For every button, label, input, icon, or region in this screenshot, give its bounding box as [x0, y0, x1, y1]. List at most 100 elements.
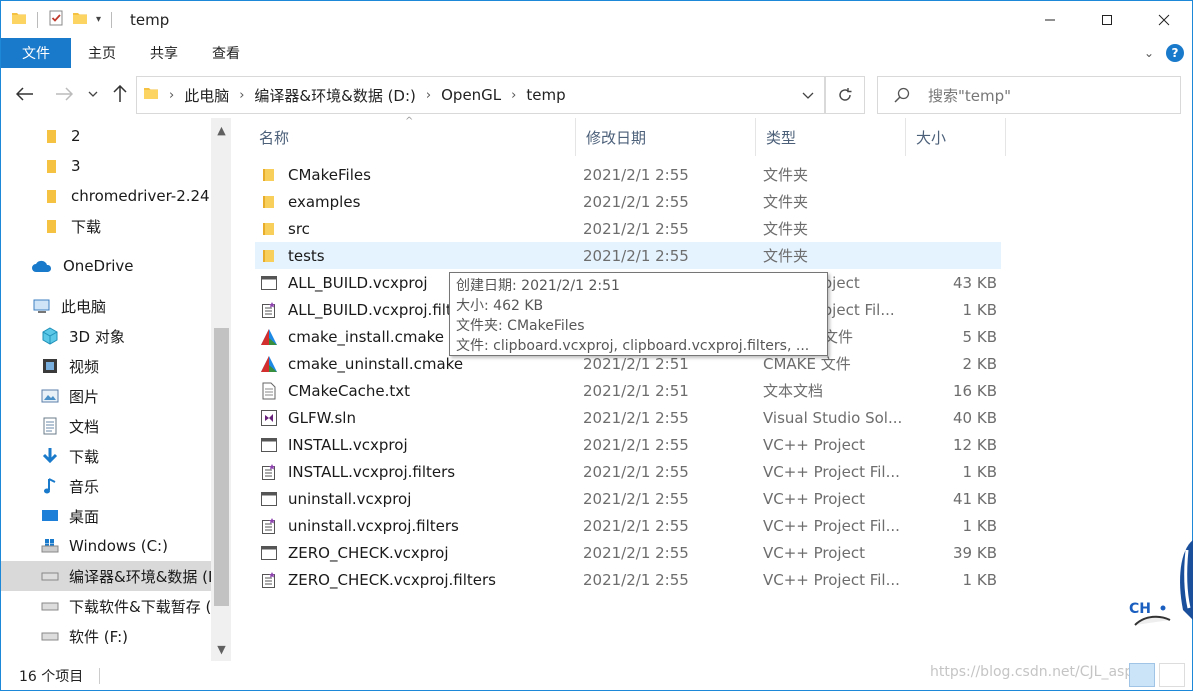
table-row[interactable]: INSTALL.vcxproj.filters 2021/2/1 2:55 VC++… — [255, 458, 1001, 485]
back-button[interactable] — [13, 82, 37, 106]
sidebar-item-downloads[interactable]: 下载 — [1, 441, 211, 471]
table-row[interactable]: examples 2021/2/1 2:55 文件夹 — [255, 188, 1001, 215]
table-row[interactable]: ZERO_CHECK.vcxproj.filters 2021/2/1 2:55 V… — [255, 566, 1001, 593]
table-row[interactable]: src 2021/2/1 2:55 文件夹 — [255, 215, 1001, 242]
breadcrumb-temp[interactable]: temp — [526, 86, 565, 104]
recent-locations-button[interactable] — [83, 82, 103, 106]
breadcrumb-this-pc[interactable]: 此电脑 — [184, 85, 229, 106]
large-icons-view-icon[interactable] — [1159, 663, 1185, 687]
chevron-right-icon[interactable]: › — [239, 88, 244, 103]
table-row[interactable]: uninstall.vcxproj 2021/2/1 2:55 VC++ Proje… — [255, 485, 1001, 512]
sidebar-item-windows-c[interactable]: Windows (C:) — [1, 531, 211, 561]
search-input[interactable]: 搜索"temp" — [877, 76, 1181, 114]
scroll-up-icon[interactable]: ▲ — [211, 120, 231, 140]
cloud-icon — [31, 257, 53, 275]
sidebar-item-drive-f[interactable]: 软件 (F:) — [1, 621, 211, 651]
sidebar-item-2[interactable]: 2 — [1, 121, 211, 151]
address-bar[interactable]: › 此电脑 › 编译器&环境&数据 (D:) › OpenGL › temp — [136, 76, 825, 114]
file-date: 2021/2/1 2:55 — [583, 543, 689, 562]
chevron-right-icon[interactable]: › — [169, 88, 174, 103]
folder-icon — [43, 127, 61, 145]
sidebar-item-label: 此电脑 — [61, 297, 107, 316]
column-header-size[interactable]: 大小 — [906, 118, 1006, 156]
view-toggle — [1129, 663, 1185, 687]
tooltip-line: 大小: 462 KB — [456, 298, 544, 314]
sidebar-item-this-pc[interactable]: 此电脑 — [1, 291, 211, 321]
sidebar-item-documents[interactable]: 文档 — [1, 411, 211, 441]
window-title: temp — [130, 10, 170, 29]
ribbon-tabs: 文件 主页 共享 查看 ⌄ ? — [0, 38, 1193, 68]
sidebar-item-pictures[interactable]: 图片 — [1, 381, 211, 411]
file-name: GLFW.sln — [288, 408, 356, 427]
navigation-bar: › 此电脑 › 编译器&环境&数据 (D:) › OpenGL › temp 搜… — [0, 68, 1193, 118]
table-row[interactable]: CMakeFiles 2021/2/1 2:55 文件夹 — [255, 161, 1001, 188]
refresh-icon — [839, 88, 852, 101]
new-folder-icon[interactable] — [72, 10, 88, 30]
help-icon[interactable]: ? — [1166, 44, 1184, 62]
sidebar-item-drive-e[interactable]: 下载软件&下载暂存 (E:) — [1, 591, 211, 621]
chevron-down-icon — [88, 91, 98, 97]
up-button[interactable] — [108, 82, 132, 106]
column-header-type[interactable]: 类型 — [756, 118, 906, 156]
refresh-button[interactable] — [825, 76, 865, 114]
sidebar-item-3d-objects[interactable]: 3D 对象 — [1, 321, 211, 351]
scrollbar-thumb[interactable] — [214, 328, 229, 606]
file-type: VC++ Project Fil... — [763, 516, 900, 535]
folder-icon — [260, 193, 278, 211]
file-size: 5 KB — [962, 327, 997, 346]
sidebar-item-onedrive[interactable]: OneDrive — [1, 251, 211, 281]
breadcrumb-opengl[interactable]: OpenGL — [441, 86, 501, 104]
address-history-dropdown[interactable] — [802, 87, 814, 103]
minimize-button[interactable] — [1021, 1, 1078, 39]
up-arrow-icon — [113, 85, 127, 102]
column-header-name[interactable]: 名称 ^ — [249, 116, 576, 156]
sidebar-item-chromedriver[interactable]: chromedriver-2.24.1 — [1, 181, 211, 211]
scroll-down-icon[interactable]: ▼ — [211, 639, 231, 659]
chevron-right-icon[interactable]: › — [426, 88, 431, 103]
expand-ribbon-icon[interactable]: ⌄ — [1144, 46, 1154, 60]
search-placeholder: 搜索"temp" — [928, 86, 1012, 105]
file-date: 2021/2/1 2:55 — [583, 246, 689, 265]
quick-access-dropdown-icon[interactable]: ▾ — [96, 14, 101, 25]
tab-share[interactable]: 共享 — [133, 38, 195, 68]
folder-icon — [143, 85, 159, 105]
file-name-cell: examples — [260, 188, 520, 215]
file-type: VC++ Project — [763, 543, 865, 562]
vcxproj-icon — [260, 490, 278, 508]
sidebar-item-music[interactable]: 音乐 — [1, 471, 211, 501]
tab-home[interactable]: 主页 — [71, 38, 133, 68]
file-name-cell: uninstall.vcxproj — [260, 485, 520, 512]
maximize-button[interactable] — [1078, 1, 1135, 39]
table-row[interactable]: uninstall.vcxproj.filters 2021/2/1 2:55 VC… — [255, 512, 1001, 539]
sidebar-item-videos[interactable]: 视频 — [1, 351, 211, 381]
table-row[interactable]: INSTALL.vcxproj 2021/2/1 2:55 VC++ Project… — [255, 431, 1001, 458]
details-view-icon[interactable] — [1129, 663, 1155, 687]
file-name-cell: GLFW.sln — [260, 404, 520, 431]
column-header-date[interactable]: 修改日期 — [576, 118, 756, 156]
tab-file[interactable]: 文件 — [1, 38, 71, 68]
file-size: 2 KB — [962, 354, 997, 373]
sidebar-item-label: 软件 (F:) — [69, 627, 128, 646]
sidebar-scrollbar[interactable]: ▲ ▼ — [211, 118, 231, 661]
vcxproj-icon — [260, 274, 278, 292]
sidebar-item-desktop[interactable]: 桌面 — [1, 501, 211, 531]
sidebar-item-drive-d[interactable]: 编译器&环境&数据 (D:) — [1, 561, 211, 591]
tab-view[interactable]: 查看 — [195, 38, 257, 68]
maximize-icon — [1101, 15, 1112, 25]
forward-arrow-icon — [56, 87, 73, 101]
file-size — [905, 215, 997, 242]
table-row[interactable]: CMakeCache.txt 2021/2/1 2:51 文本文档 16 KB — [255, 377, 1001, 404]
table-row[interactable]: GLFW.sln 2021/2/1 2:55 Visual Studio Sol..… — [255, 404, 1001, 431]
sidebar-item-3[interactable]: 3 — [1, 151, 211, 181]
forward-button[interactable] — [52, 82, 76, 106]
sidebar-item-label: 视频 — [69, 357, 100, 376]
table-row[interactable]: ZERO_CHECK.vcxproj 2021/2/1 2:55 VC++ Proj… — [255, 539, 1001, 566]
file-type: 文本文档 — [763, 382, 824, 400]
chevron-right-icon[interactable]: › — [511, 88, 516, 103]
properties-icon[interactable] — [48, 10, 64, 30]
breadcrumb-drive-d[interactable]: 编译器&环境&数据 (D:) — [254, 85, 415, 106]
table-row[interactable]: tests 2021/2/1 2:55 文件夹 — [255, 242, 1001, 269]
file-size — [905, 161, 997, 188]
sidebar-item-downloads-folder[interactable]: 下载 — [1, 211, 211, 241]
close-button[interactable] — [1135, 1, 1192, 39]
